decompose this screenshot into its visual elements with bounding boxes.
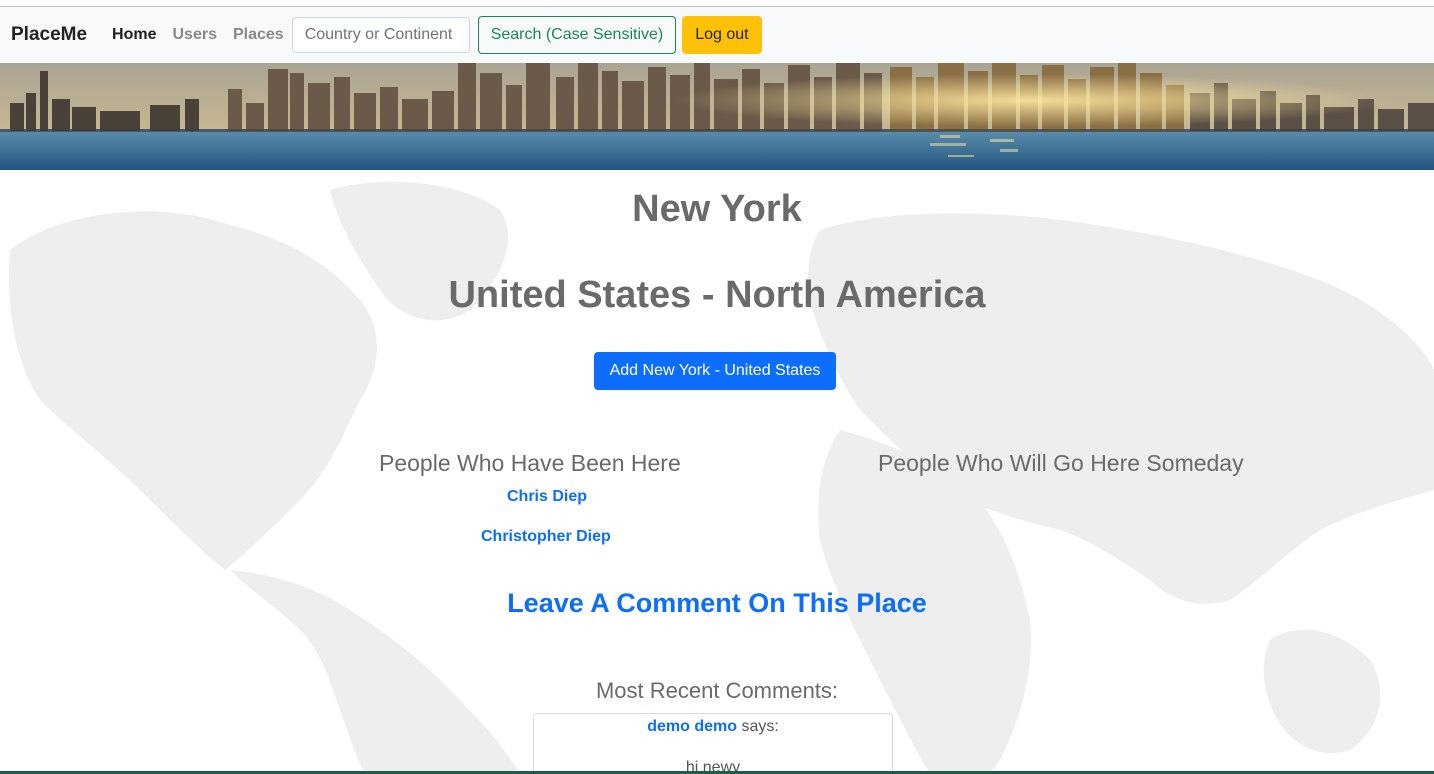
skyline-banner <box>0 63 1434 170</box>
city-title: New York <box>632 188 802 230</box>
comment-card: demo demo says: hi newy <box>533 713 893 774</box>
comment-author-link[interactable]: demo demo <box>647 718 737 735</box>
nav-link-users[interactable]: Users <box>173 26 217 44</box>
recent-comments-title: Most Recent Comments: <box>595 678 839 703</box>
skyline-banner-image <box>0 63 1434 170</box>
window-top-edge <box>0 0 1434 7</box>
nav-link-home[interactable]: Home <box>112 26 156 44</box>
brand-logo[interactable]: PlaceMe <box>11 24 87 46</box>
comment-says-label: says: <box>741 718 779 735</box>
logout-button[interactable]: Log out <box>682 16 762 54</box>
been-here-title: People Who Have Been Here <box>379 450 681 476</box>
add-place-button[interactable]: Add New York - United States <box>594 352 836 390</box>
been-here-user-link[interactable]: Christopher Diep <box>481 528 611 546</box>
search-button[interactable]: Search (Case Sensitive) <box>477 16 677 54</box>
country-continent-title: United States - North America <box>448 274 986 316</box>
search-input[interactable]: Country or Continent <box>291 17 470 53</box>
navbar: PlaceMe Home Users Places Country or Con… <box>0 7 1434 63</box>
been-here-user-link[interactable]: Chris Diep <box>507 488 587 506</box>
will-go-title: People Who Will Go Here Someday <box>878 450 1244 476</box>
nav-link-places[interactable]: Places <box>233 26 284 44</box>
leave-comment-link[interactable]: Leave A Comment On This Place <box>0 588 1434 619</box>
comment-author-line: demo demo says: <box>534 718 892 736</box>
place-content: New York United States - North America A… <box>0 170 1434 774</box>
